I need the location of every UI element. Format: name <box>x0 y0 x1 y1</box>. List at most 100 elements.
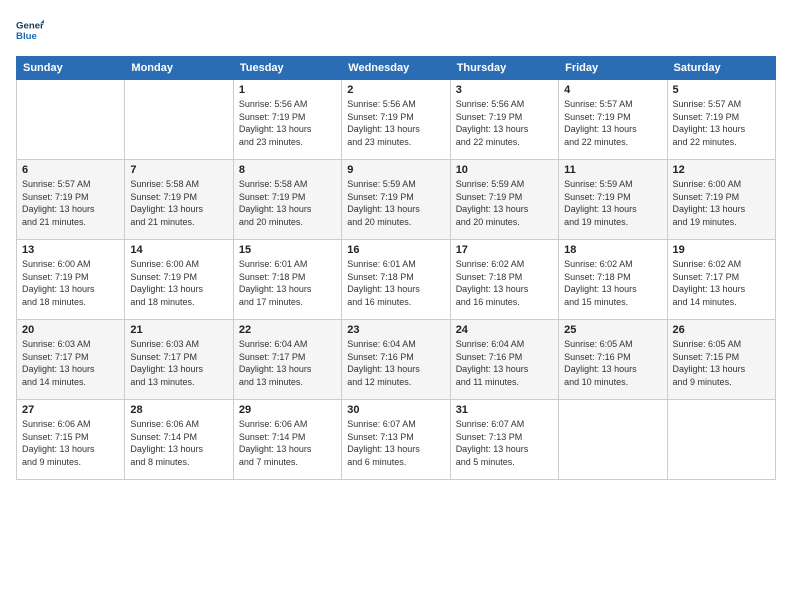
calendar-week-row: 6 Sunrise: 5:57 AMSunset: 7:19 PMDaylight… <box>17 160 776 240</box>
day-number: 25 <box>564 324 661 336</box>
day-info: Sunrise: 6:04 AMSunset: 7:16 PMDaylight:… <box>456 338 553 388</box>
day-number: 6 <box>22 164 119 176</box>
day-info: Sunrise: 6:00 AMSunset: 7:19 PMDaylight:… <box>22 258 119 308</box>
day-number: 24 <box>456 324 553 336</box>
calendar-cell: 4Sunrise: 5:57 AMSunset: 7:19 PMDaylight… <box>559 80 667 160</box>
day-number: 22 <box>239 324 336 336</box>
calendar-cell: 23 Sunrise: 6:04 AMSunset: 7:16 PMDayligh… <box>342 320 450 400</box>
calendar-cell: 3Sunrise: 5:56 AMSunset: 7:19 PMDaylight… <box>450 80 558 160</box>
day-info: Sunrise: 6:01 AMSunset: 7:18 PMDaylight:… <box>347 258 444 308</box>
calendar-cell: 7Sunrise: 5:58 AMSunset: 7:19 PMDaylight… <box>125 160 233 240</box>
day-number: 31 <box>456 404 553 416</box>
day-number: 13 <box>22 244 119 256</box>
calendar-cell: 28Sunrise: 6:06 AMSunset: 7:14 PMDayligh… <box>125 400 233 480</box>
calendar-cell: 5Sunrise: 5:57 AMSunset: 7:19 PMDaylight… <box>667 80 775 160</box>
calendar-cell: 25 Sunrise: 6:05 AMSunset: 7:16 PMDayligh… <box>559 320 667 400</box>
day-info: Sunrise: 5:56 AMSunset: 7:19 PMDaylight:… <box>456 98 553 148</box>
day-info: Sunrise: 6:06 AMSunset: 7:14 PMDaylight:… <box>239 418 336 468</box>
day-info: Sunrise: 6:04 AMSunset: 7:16 PMDaylight:… <box>347 338 444 388</box>
day-info: Sunrise: 5:59 AMSunset: 7:19 PMDaylight:… <box>456 178 553 228</box>
col-header-wednesday: Wednesday <box>342 57 450 80</box>
calendar-cell: 12 Sunrise: 6:00 AMSunset: 7:19 PMDayligh… <box>667 160 775 240</box>
day-info: Sunrise: 6:00 AMSunset: 7:19 PMDaylight:… <box>673 178 770 228</box>
day-number: 16 <box>347 244 444 256</box>
calendar-cell: 9Sunrise: 5:59 AMSunset: 7:19 PMDaylight… <box>342 160 450 240</box>
day-info: Sunrise: 5:57 AMSunset: 7:19 PMDaylight:… <box>22 178 119 228</box>
day-info: Sunrise: 6:02 AMSunset: 7:18 PMDaylight:… <box>456 258 553 308</box>
day-info: Sunrise: 6:01 AMSunset: 7:18 PMDaylight:… <box>239 258 336 308</box>
day-number: 30 <box>347 404 444 416</box>
day-info: Sunrise: 6:02 AMSunset: 7:18 PMDaylight:… <box>564 258 661 308</box>
day-number: 1 <box>239 84 336 96</box>
calendar-cell: 1 Sunrise: 5:56 AMSunset: 7:19 PMDaylight… <box>233 80 341 160</box>
day-info: Sunrise: 5:56 AMSunset: 7:19 PMDaylight:… <box>347 98 444 148</box>
calendar-week-row: 27 Sunrise: 6:06 AMSunset: 7:15 PMDayligh… <box>17 400 776 480</box>
calendar-cell: 6 Sunrise: 5:57 AMSunset: 7:19 PMDaylight… <box>17 160 125 240</box>
logo-icon: General Blue <box>16 16 44 44</box>
day-number: 12 <box>673 164 770 176</box>
day-info: Sunrise: 5:59 AMSunset: 7:19 PMDaylight:… <box>564 178 661 228</box>
calendar-cell: 29 Sunrise: 6:06 AMSunset: 7:14 PMDayligh… <box>233 400 341 480</box>
day-info: Sunrise: 6:03 AMSunset: 7:17 PMDaylight:… <box>22 338 119 388</box>
col-header-sunday: Sunday <box>17 57 125 80</box>
day-number: 29 <box>239 404 336 416</box>
calendar-cell: 10 Sunrise: 5:59 AMSunset: 7:19 PMDayligh… <box>450 160 558 240</box>
calendar-header-row: SundayMondayTuesdayWednesdayThursdayFrid… <box>17 57 776 80</box>
calendar-cell: 20Sunrise: 6:03 AMSunset: 7:17 PMDayligh… <box>17 320 125 400</box>
col-header-monday: Monday <box>125 57 233 80</box>
day-info: Sunrise: 6:02 AMSunset: 7:17 PMDaylight:… <box>673 258 770 308</box>
day-info: Sunrise: 6:03 AMSunset: 7:17 PMDaylight:… <box>130 338 227 388</box>
calendar-week-row: 1 Sunrise: 5:56 AMSunset: 7:19 PMDaylight… <box>17 80 776 160</box>
calendar-table: SundayMondayTuesdayWednesdayThursdayFrid… <box>16 56 776 480</box>
calendar-cell <box>559 400 667 480</box>
day-info: Sunrise: 6:06 AMSunset: 7:14 PMDaylight:… <box>130 418 227 468</box>
calendar-cell: 8 Sunrise: 5:58 AMSunset: 7:19 PMDaylight… <box>233 160 341 240</box>
day-info: Sunrise: 6:06 AMSunset: 7:15 PMDaylight:… <box>22 418 119 468</box>
svg-text:Blue: Blue <box>16 31 37 42</box>
day-number: 8 <box>239 164 336 176</box>
calendar-cell: 17 Sunrise: 6:02 AMSunset: 7:18 PMDayligh… <box>450 240 558 320</box>
day-info: Sunrise: 5:58 AMSunset: 7:19 PMDaylight:… <box>239 178 336 228</box>
day-number: 17 <box>456 244 553 256</box>
logo: General Blue <box>16 16 48 44</box>
day-number: 9 <box>347 164 444 176</box>
day-info: Sunrise: 6:05 AMSunset: 7:16 PMDaylight:… <box>564 338 661 388</box>
day-info: Sunrise: 6:07 AMSunset: 7:13 PMDaylight:… <box>347 418 444 468</box>
day-number: 14 <box>130 244 227 256</box>
page-header: General Blue <box>16 16 776 44</box>
day-number: 18 <box>564 244 661 256</box>
calendar-cell: 15 Sunrise: 6:01 AMSunset: 7:18 PMDayligh… <box>233 240 341 320</box>
day-info: Sunrise: 6:05 AMSunset: 7:15 PMDaylight:… <box>673 338 770 388</box>
calendar-cell: 24 Sunrise: 6:04 AMSunset: 7:16 PMDayligh… <box>450 320 558 400</box>
calendar-cell <box>17 80 125 160</box>
calendar-cell: 31Sunrise: 6:07 AMSunset: 7:13 PMDayligh… <box>450 400 558 480</box>
day-number: 21 <box>130 324 227 336</box>
col-header-saturday: Saturday <box>667 57 775 80</box>
svg-text:General: General <box>16 20 44 31</box>
calendar-cell: 11 Sunrise: 5:59 AMSunset: 7:19 PMDayligh… <box>559 160 667 240</box>
day-number: 11 <box>564 164 661 176</box>
calendar-cell: 14 Sunrise: 6:00 AMSunset: 7:19 PMDayligh… <box>125 240 233 320</box>
day-info: Sunrise: 5:56 AMSunset: 7:19 PMDaylight:… <box>239 98 336 148</box>
calendar-cell <box>125 80 233 160</box>
day-info: Sunrise: 6:04 AMSunset: 7:17 PMDaylight:… <box>239 338 336 388</box>
calendar-cell: 18 Sunrise: 6:02 AMSunset: 7:18 PMDayligh… <box>559 240 667 320</box>
calendar-cell: 2Sunrise: 5:56 AMSunset: 7:19 PMDaylight… <box>342 80 450 160</box>
calendar-cell: 16 Sunrise: 6:01 AMSunset: 7:18 PMDayligh… <box>342 240 450 320</box>
calendar-cell: 27 Sunrise: 6:06 AMSunset: 7:15 PMDayligh… <box>17 400 125 480</box>
col-header-tuesday: Tuesday <box>233 57 341 80</box>
day-number: 23 <box>347 324 444 336</box>
calendar-cell: 30 Sunrise: 6:07 AMSunset: 7:13 PMDayligh… <box>342 400 450 480</box>
col-header-friday: Friday <box>559 57 667 80</box>
day-info: Sunrise: 5:58 AMSunset: 7:19 PMDaylight:… <box>130 178 227 228</box>
day-number: 15 <box>239 244 336 256</box>
calendar-week-row: 20Sunrise: 6:03 AMSunset: 7:17 PMDayligh… <box>17 320 776 400</box>
calendar-cell: 26Sunrise: 6:05 AMSunset: 7:15 PMDayligh… <box>667 320 775 400</box>
day-info: Sunrise: 6:00 AMSunset: 7:19 PMDaylight:… <box>130 258 227 308</box>
day-number: 4 <box>564 84 661 96</box>
day-info: Sunrise: 5:57 AMSunset: 7:19 PMDaylight:… <box>673 98 770 148</box>
calendar-cell: 19Sunrise: 6:02 AMSunset: 7:17 PMDayligh… <box>667 240 775 320</box>
calendar-week-row: 13 Sunrise: 6:00 AMSunset: 7:19 PMDayligh… <box>17 240 776 320</box>
day-number: 27 <box>22 404 119 416</box>
day-number: 10 <box>456 164 553 176</box>
